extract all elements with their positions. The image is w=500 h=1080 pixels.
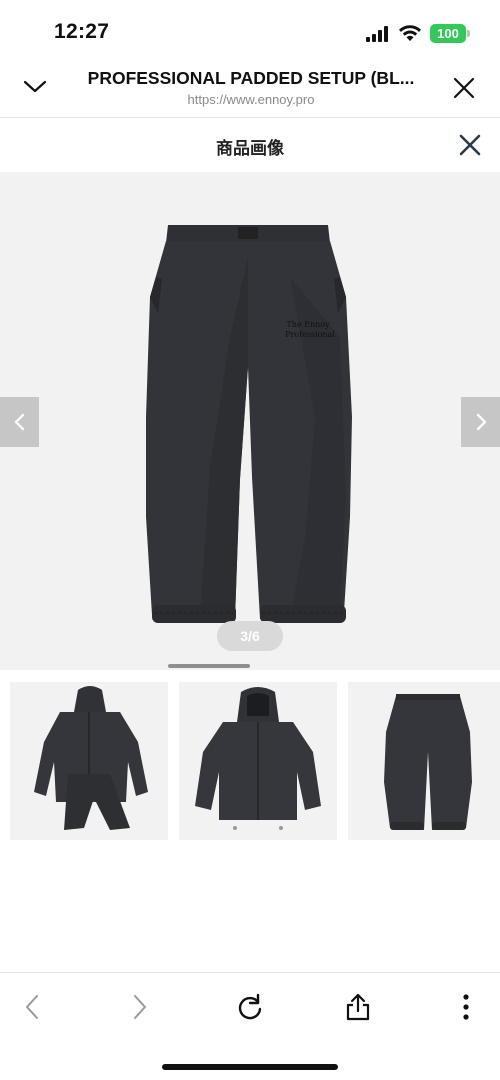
gallery-title: 商品画像 — [216, 139, 284, 158]
prev-image-button[interactable] — [0, 397, 39, 447]
chevron-left-icon — [14, 413, 24, 431]
status-time: 12:27 — [54, 20, 110, 43]
wifi-icon — [399, 25, 421, 41]
thumbnail-setup[interactable] — [10, 682, 168, 840]
jacket-thumbnail-image — [195, 687, 321, 830]
next-image-button[interactable] — [461, 397, 500, 447]
share-button[interactable] — [340, 989, 376, 1025]
back-icon — [26, 995, 38, 1019]
pants-embroidery-line1: The Ennoy — [286, 320, 330, 329]
image-counter: 3/6 — [217, 621, 283, 651]
setup-thumbnail-image — [34, 686, 148, 830]
chevron-right-icon — [476, 413, 486, 431]
page-title: PROFESSIONAL PADDED SETUP (BL... — [87, 68, 415, 88]
chevron-down-icon[interactable] — [22, 74, 48, 100]
page-url[interactable]: https://www.ennoy.pro — [70, 92, 432, 107]
status-bar: 12:27 100 — [0, 0, 500, 62]
signal-icon — [366, 26, 388, 42]
reload-button[interactable] — [232, 989, 268, 1025]
share-icon — [346, 993, 370, 1021]
thumbnail-jacket[interactable] — [179, 682, 337, 840]
browser-header: PROFESSIONAL PADDED SETUP (BL... https:/… — [0, 62, 500, 118]
home-indicator — [162, 1064, 338, 1070]
gallery-close-icon[interactable] — [457, 132, 483, 158]
scroll-indicator — [168, 664, 250, 668]
battery-tip — [467, 30, 470, 37]
back-button[interactable] — [14, 989, 50, 1025]
pants-thumbnail-image — [384, 694, 472, 830]
forward-button[interactable] — [122, 989, 158, 1025]
forward-icon — [134, 995, 146, 1019]
padded-pants-image: The Ennoy Professional — [146, 225, 352, 623]
battery-indicator: 100 — [430, 24, 466, 43]
more-button[interactable] — [448, 989, 484, 1025]
reload-icon — [238, 993, 262, 1020]
more-icon — [463, 994, 469, 1020]
close-icon[interactable] — [452, 76, 476, 100]
pants-embroidery-line2: Professional — [285, 330, 335, 339]
thumbnail-pants[interactable] — [348, 682, 500, 840]
main-image-viewer[interactable]: The Ennoy Professional 3/6 — [0, 172, 500, 670]
gallery-header: 商品画像 — [0, 118, 500, 172]
